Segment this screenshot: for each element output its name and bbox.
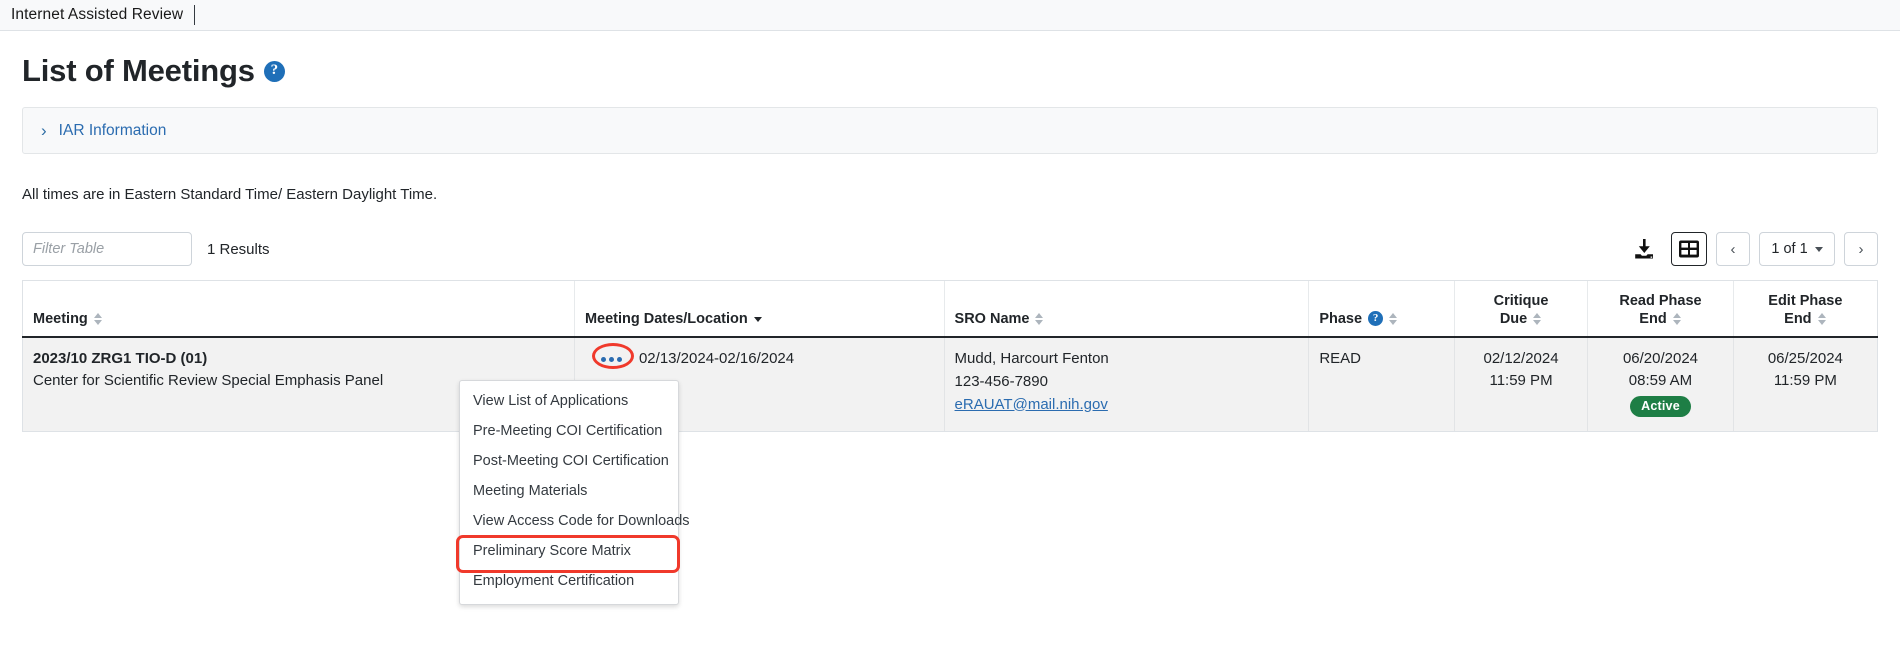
menu-item-preliminary-score-matrix[interactable]: Preliminary Score Matrix bbox=[456, 534, 680, 573]
sort-icon-critique-due[interactable] bbox=[1533, 312, 1542, 326]
column-header-meeting-label: Meeting bbox=[33, 310, 88, 327]
timezone-note: All times are in Eastern Standard Time/ … bbox=[22, 186, 438, 203]
sort-icon-read-phase-end[interactable] bbox=[1672, 312, 1682, 326]
sort-icon-sro-name[interactable] bbox=[1035, 312, 1044, 326]
cell-edit-phase-end: 06/25/2024 11:59 PM bbox=[1732, 336, 1879, 432]
column-header-meeting[interactable]: Meeting bbox=[22, 280, 575, 338]
iar-information-accordion[interactable]: › IAR Information bbox=[22, 107, 1878, 154]
sort-icon-meeting-dates[interactable] bbox=[753, 312, 763, 326]
ellipsis-dot bbox=[617, 357, 623, 362]
status-badge: Active bbox=[1630, 395, 1691, 417]
menu-item-pre-meeting-coi-certification[interactable]: Pre-Meeting COI Certification bbox=[460, 417, 678, 447]
pagination-prev-button[interactable]: ‹ bbox=[1716, 232, 1750, 266]
menu-item-post-meeting-coi-certification[interactable]: Post-Meeting COI Certification bbox=[460, 447, 678, 477]
cell-read-phase-end: 06/20/2024 08:59 AM Active bbox=[1587, 336, 1734, 432]
column-header-sro-name[interactable]: SRO Name bbox=[943, 280, 1309, 338]
chevron-right-icon: › bbox=[41, 121, 47, 140]
cell-phase: READ bbox=[1308, 336, 1455, 432]
column-header-edit-phase-end-line1: Edit Phase bbox=[1768, 293, 1843, 310]
meetings-table-container: Meeting Meeting Dates/Location SRO Name bbox=[22, 280, 1879, 605]
page-indicator-label: 1 of 1 bbox=[1771, 241, 1808, 257]
meetings-table: Meeting Meeting Dates/Location SRO Name bbox=[22, 280, 1879, 432]
column-header-sro-name-label: SRO Name bbox=[954, 310, 1030, 327]
phase-help-icon[interactable]: ? bbox=[1368, 311, 1384, 326]
critique-due-time: 11:59 PM bbox=[1489, 371, 1553, 389]
cell-sro-name: Mudd, Harcourt Fenton 123-456-7890 eRAUA… bbox=[943, 336, 1309, 432]
app-title: Internet Assisted Review bbox=[11, 6, 184, 23]
critique-due-date: 02/12/2024 bbox=[1483, 349, 1559, 367]
kebab-highlight-ring bbox=[591, 342, 634, 369]
page-indicator-select[interactable]: 1 of 1 bbox=[1759, 232, 1835, 266]
column-header-phase-label: Phase bbox=[1319, 310, 1363, 327]
column-header-critique-due-line2: Due bbox=[1499, 310, 1528, 327]
chevron-left-icon: ‹ bbox=[1730, 240, 1736, 258]
page-title: List of Meetings ? bbox=[22, 53, 1878, 89]
iar-information-label: IAR Information bbox=[58, 121, 167, 139]
sort-icon-phase[interactable] bbox=[1389, 312, 1398, 326]
results-count: 1 Results bbox=[207, 240, 270, 258]
pagination-next-button[interactable]: › bbox=[1844, 232, 1878, 266]
filter-table-input[interactable] bbox=[22, 232, 192, 266]
table-toolbar: 1 Results ‹ bbox=[22, 232, 1878, 266]
page-content: List of Meetings ? › IAR Information All… bbox=[0, 53, 1900, 605]
column-header-critique-due[interactable]: Critique Due bbox=[1453, 280, 1588, 338]
sro-email-link[interactable]: eRAUAT@mail.nih.gov bbox=[955, 396, 1299, 413]
menu-item-employment-certification[interactable]: Employment Certification bbox=[460, 567, 678, 597]
table-header: Meeting Meeting Dates/Location SRO Name bbox=[22, 280, 1879, 338]
sort-icon-edit-phase-end[interactable] bbox=[1817, 312, 1827, 326]
row-actions-menu-button[interactable] bbox=[601, 357, 623, 362]
edit-phase-end-date: 06/25/2024 bbox=[1767, 349, 1843, 367]
app-header: Internet Assisted Review bbox=[0, 0, 1900, 31]
page-help-icon[interactable]: ? bbox=[263, 60, 285, 82]
toolbar-actions: ‹ 1 of 1 › bbox=[1626, 232, 1878, 266]
sort-icon-meeting[interactable] bbox=[93, 312, 103, 326]
phase-value: READ bbox=[1319, 349, 1362, 367]
menu-item-view-list-of-applications[interactable]: View List of Applications bbox=[460, 387, 678, 417]
row-actions-holder bbox=[585, 342, 639, 370]
sro-phone-value: 123-456-7890 bbox=[954, 372, 1048, 390]
header-divider bbox=[194, 5, 196, 25]
column-header-read-phase-end[interactable]: Read Phase End bbox=[1587, 280, 1734, 338]
column-header-meeting-dates-label: Meeting Dates/Location bbox=[584, 310, 748, 327]
column-header-read-phase-end-line2: End bbox=[1639, 310, 1667, 327]
cell-critique-due: 02/12/2024 11:59 PM bbox=[1453, 336, 1588, 432]
sro-name-value: Mudd, Harcourt Fenton bbox=[954, 349, 1109, 367]
table-header-row: Meeting Meeting Dates/Location SRO Name bbox=[22, 280, 1879, 338]
column-header-critique-due-line1: Critique bbox=[1493, 293, 1549, 310]
ellipsis-dot bbox=[609, 357, 615, 362]
chevron-down-icon bbox=[1814, 246, 1823, 252]
column-header-meeting-dates[interactable]: Meeting Dates/Location bbox=[573, 280, 945, 338]
read-phase-end-time: 08:59 AM bbox=[1628, 371, 1693, 389]
ellipsis-dot bbox=[601, 357, 607, 362]
chevron-right-icon: › bbox=[1858, 240, 1864, 258]
menu-item-meeting-materials[interactable]: Meeting Materials bbox=[460, 477, 678, 507]
meeting-dates-value: 02/13/2024-02/16/2024 bbox=[638, 349, 795, 367]
edit-phase-end-time: 11:59 PM bbox=[1773, 371, 1837, 389]
column-header-read-phase-end-line1: Read Phase bbox=[1619, 293, 1702, 310]
column-header-edit-phase-end[interactable]: Edit Phase End bbox=[1732, 280, 1879, 338]
meeting-id: 2023/10 ZRG1 TIO-D (01) bbox=[33, 349, 208, 367]
download-icon[interactable] bbox=[1626, 232, 1662, 266]
column-header-edit-phase-end-line2: End bbox=[1784, 310, 1812, 327]
row-actions-dropdown: View List of Applications Pre-Meeting CO… bbox=[456, 380, 690, 605]
table-row: 2023/10 ZRG1 TIO-D (01) Center for Scien… bbox=[22, 336, 1879, 432]
grid-view-icon[interactable] bbox=[1671, 232, 1707, 266]
menu-item-view-access-code-for-downloads[interactable]: View Access Code for Downloads bbox=[460, 507, 690, 537]
column-header-phase[interactable]: Phase ? bbox=[1308, 280, 1455, 338]
read-phase-end-date: 06/20/2024 bbox=[1622, 349, 1699, 367]
table-body: 2023/10 ZRG1 TIO-D (01) Center for Scien… bbox=[22, 336, 1879, 432]
page-title-text: List of Meetings bbox=[22, 53, 255, 88]
